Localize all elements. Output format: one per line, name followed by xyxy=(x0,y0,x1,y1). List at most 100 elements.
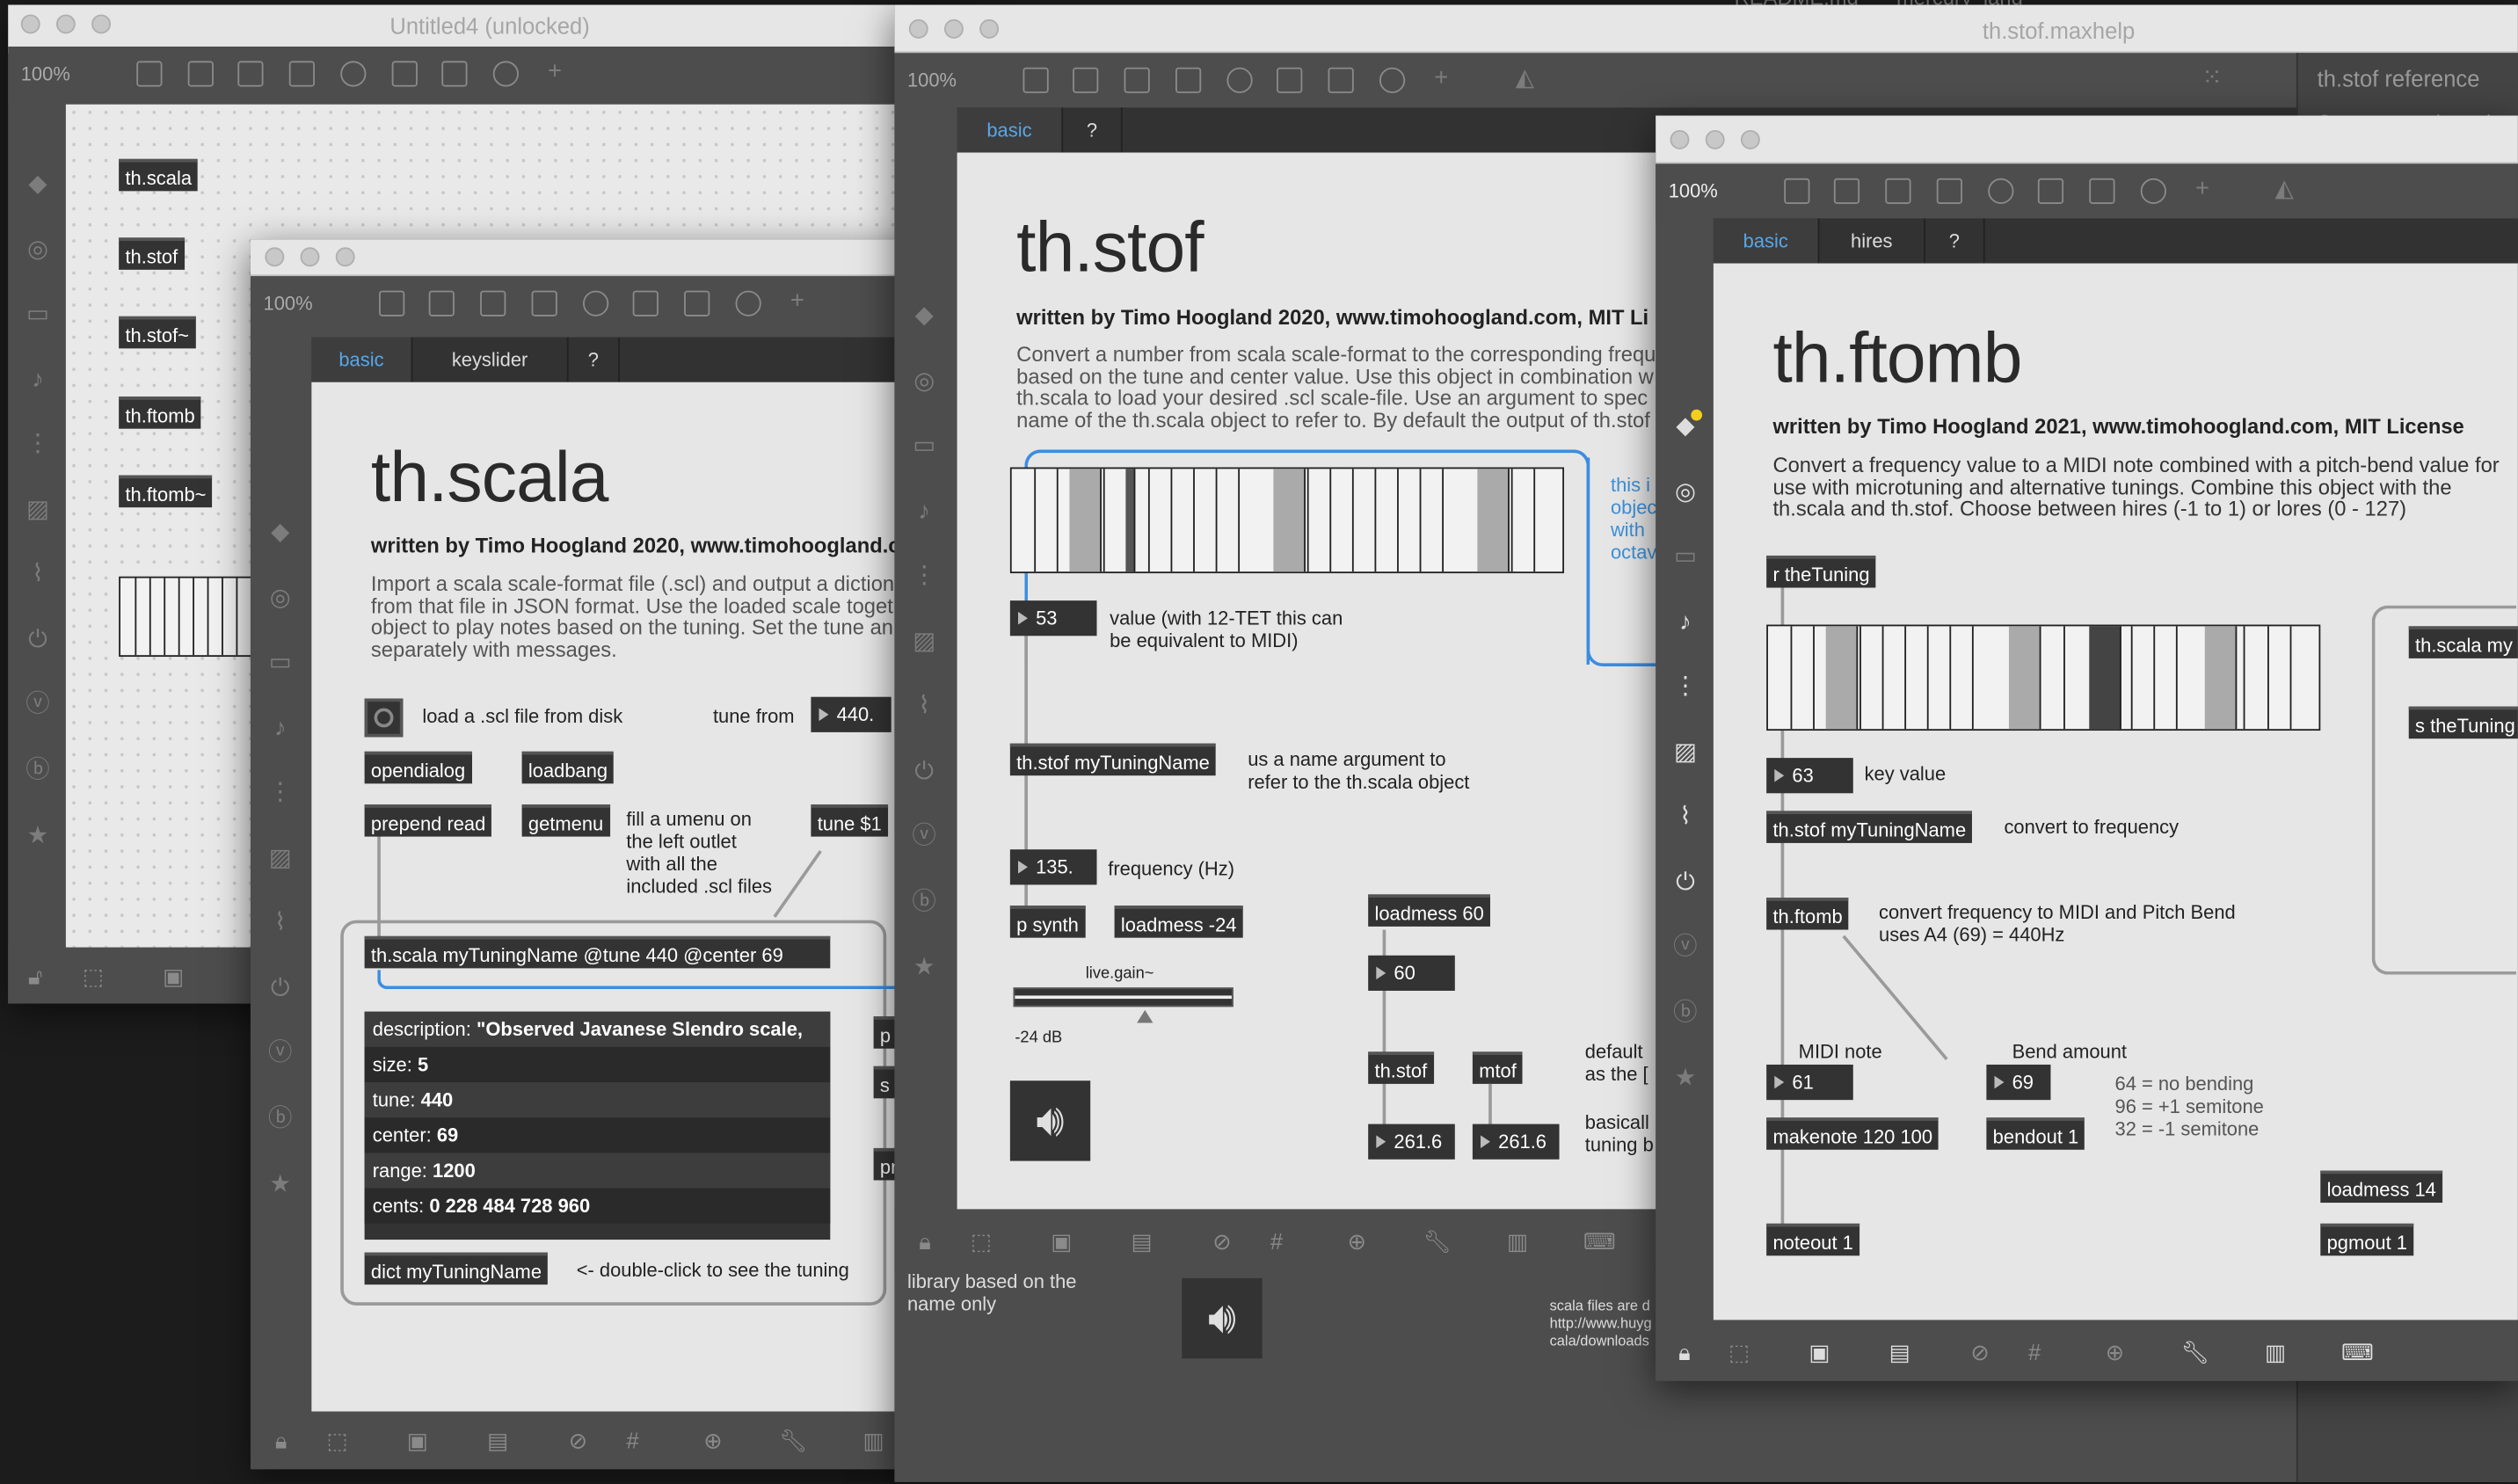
gain-slider[interactable] xyxy=(1013,987,1234,1008)
ezdac-speaker-2[interactable]: 🔊︎ xyxy=(1182,1277,1263,1359)
mute-icon[interactable]: ⊘ xyxy=(1966,1339,1995,1364)
device-icon[interactable]: ▭ xyxy=(266,649,294,676)
note-icon[interactable]: ♪ xyxy=(1671,608,1699,636)
close-box-icon[interactable] xyxy=(1175,67,1202,93)
grid-icon[interactable] xyxy=(136,61,163,87)
note-icon[interactable]: ♪ xyxy=(24,366,51,393)
grid-icon[interactable] xyxy=(1784,178,1810,204)
sequence-icon[interactable]: ⋮ xyxy=(1671,673,1699,700)
mute-icon[interactable]: ⊘ xyxy=(564,1428,593,1453)
object-makenote[interactable]: makenote 120 100 xyxy=(1766,1117,1939,1150)
tab-help[interactable]: ? xyxy=(569,337,621,382)
image-icon[interactable]: ▨ xyxy=(911,628,938,655)
object-th-stof[interactable]: th.stof myTuningName xyxy=(1766,811,1973,843)
zoom-menu[interactable]: 100% xyxy=(1669,180,1718,203)
grid-toggle-icon[interactable]: # xyxy=(618,1428,647,1453)
play-icon[interactable] xyxy=(391,61,418,87)
layers-icon[interactable]: ▤ xyxy=(484,1428,513,1453)
stof-output-box[interactable]: 261.6 xyxy=(1368,1124,1455,1160)
close-box-icon[interactable] xyxy=(531,290,557,316)
object-dict[interactable]: dict myTuningName xyxy=(364,1252,549,1285)
tab-help[interactable]: ? xyxy=(1063,107,1123,153)
image-icon[interactable]: ▨ xyxy=(1671,738,1699,766)
close-button[interactable] xyxy=(908,18,928,39)
plug-icon[interactable]: ⏻ xyxy=(1671,869,1699,896)
object-icon[interactable] xyxy=(1073,67,1099,93)
keyboard-icon[interactable]: ⌨ xyxy=(2341,1339,2374,1364)
play-icon[interactable] xyxy=(2037,178,2064,204)
b-icon[interactable]: ⓑ xyxy=(24,756,51,783)
zoom-button[interactable] xyxy=(979,18,1000,39)
grid-icon[interactable] xyxy=(1022,67,1049,93)
object-loadmess-14[interactable]: loadmess 14 xyxy=(2320,1170,2443,1204)
v-icon[interactable]: ⓥ xyxy=(911,822,938,849)
gain-slider-handle[interactable] xyxy=(1137,1009,1153,1023)
bang-button[interactable] xyxy=(364,698,404,738)
object-th-stof-small[interactable]: th.stof xyxy=(1368,1051,1434,1084)
object-th-scala[interactable]: th.scala xyxy=(119,158,199,192)
object-getmenu[interactable]: getmenu xyxy=(521,804,610,837)
keyboard-slider[interactable] xyxy=(119,576,264,658)
layers-icon[interactable]: ▤ xyxy=(1127,1228,1156,1254)
b-icon[interactable]: ⓑ xyxy=(1671,999,1699,1026)
presentation-icon[interactable]: ▣ xyxy=(1047,1228,1076,1254)
package-icon[interactable]: ◆ xyxy=(911,302,938,329)
star-icon[interactable]: ★ xyxy=(24,822,51,849)
piano-icon[interactable]: ▥ xyxy=(2261,1339,2290,1364)
sequence-icon[interactable]: ⋮ xyxy=(911,562,938,589)
package-icon[interactable]: ◆ xyxy=(266,519,294,546)
tab-basic[interactable]: basic xyxy=(1713,218,1820,264)
device-icon[interactable]: ▭ xyxy=(24,301,51,328)
slider-icon[interactable] xyxy=(684,290,710,316)
layers-icon[interactable]: ▤ xyxy=(1885,1339,1914,1364)
patcher-canvas[interactable]: th.ftomb written by Timo Hoogland 2021, … xyxy=(1713,263,2518,1320)
comment-icon[interactable] xyxy=(237,61,264,87)
zoom-button[interactable] xyxy=(335,247,355,267)
play-icon[interactable] xyxy=(1277,67,1303,93)
b-icon[interactable]: ⓑ xyxy=(266,1105,294,1132)
tab-basic[interactable]: basic xyxy=(311,337,413,382)
button-icon[interactable] xyxy=(1988,178,2014,204)
slider-icon[interactable] xyxy=(1328,67,1354,93)
select-icon[interactable]: ⬚ xyxy=(1725,1339,1754,1364)
tab-hires[interactable]: hires xyxy=(1819,218,1925,264)
zoom-menu[interactable]: 100% xyxy=(264,292,313,315)
grid-dots-icon[interactable]: ⁙ xyxy=(2198,64,2225,91)
object-th-stof-main[interactable]: th.stof myTuningName xyxy=(1009,743,1217,776)
piano-icon[interactable]: ▥ xyxy=(859,1428,888,1453)
tab-help[interactable]: ? xyxy=(1925,218,1985,264)
star-icon[interactable]: ★ xyxy=(1671,1065,1699,1092)
object-th-ftomb-tilde[interactable]: th.ftomb~ xyxy=(119,475,213,508)
piano-icon[interactable]: ▥ xyxy=(1503,1228,1532,1254)
minimize-button[interactable] xyxy=(300,247,320,267)
slider-icon[interactable] xyxy=(2089,178,2115,204)
clip-icon[interactable]: ⌇ xyxy=(24,560,51,587)
grid-icon[interactable] xyxy=(379,290,405,316)
clip-icon[interactable]: ⌇ xyxy=(266,909,294,936)
plus-icon[interactable]: + xyxy=(783,287,811,315)
lock-icon[interactable]: 🔓︎ xyxy=(21,964,50,989)
button-icon[interactable] xyxy=(340,61,367,87)
comment-icon[interactable] xyxy=(1124,67,1150,93)
plug-icon[interactable]: ⏻ xyxy=(24,626,51,653)
plus-icon[interactable]: + xyxy=(2189,175,2216,202)
presentation-icon[interactable]: ▣ xyxy=(1805,1339,1834,1364)
close-button[interactable] xyxy=(265,247,285,267)
paint-icon[interactable]: ◭ xyxy=(1511,64,1539,91)
plug-icon[interactable]: ⏻ xyxy=(266,975,294,1002)
close-box-icon[interactable] xyxy=(288,61,315,87)
play-icon[interactable] xyxy=(632,290,659,316)
tab-keyslider[interactable]: keyslider xyxy=(412,337,569,382)
object-th-stof-tilde[interactable]: th.stof~ xyxy=(119,316,196,349)
object-th-scala-ref[interactable]: th.scala my xyxy=(2408,626,2518,658)
frequency-number-box[interactable]: 135. xyxy=(1009,849,1097,885)
bend-amount-box[interactable]: 69 xyxy=(1986,1064,2051,1101)
minimize-button[interactable] xyxy=(1705,129,1725,149)
sequence-icon[interactable]: ⋮ xyxy=(266,779,294,806)
paint-icon[interactable]: ◭ xyxy=(2271,175,2298,202)
v-icon[interactable]: ⓥ xyxy=(1671,933,1699,960)
object-loadmess-24[interactable]: loadmess -24 xyxy=(1114,906,1243,938)
wrench-icon[interactable]: 🔧︎ xyxy=(2180,1339,2209,1364)
note-number-box[interactable]: 53 xyxy=(1009,600,1097,637)
object-s[interactable]: s xyxy=(873,1066,897,1099)
